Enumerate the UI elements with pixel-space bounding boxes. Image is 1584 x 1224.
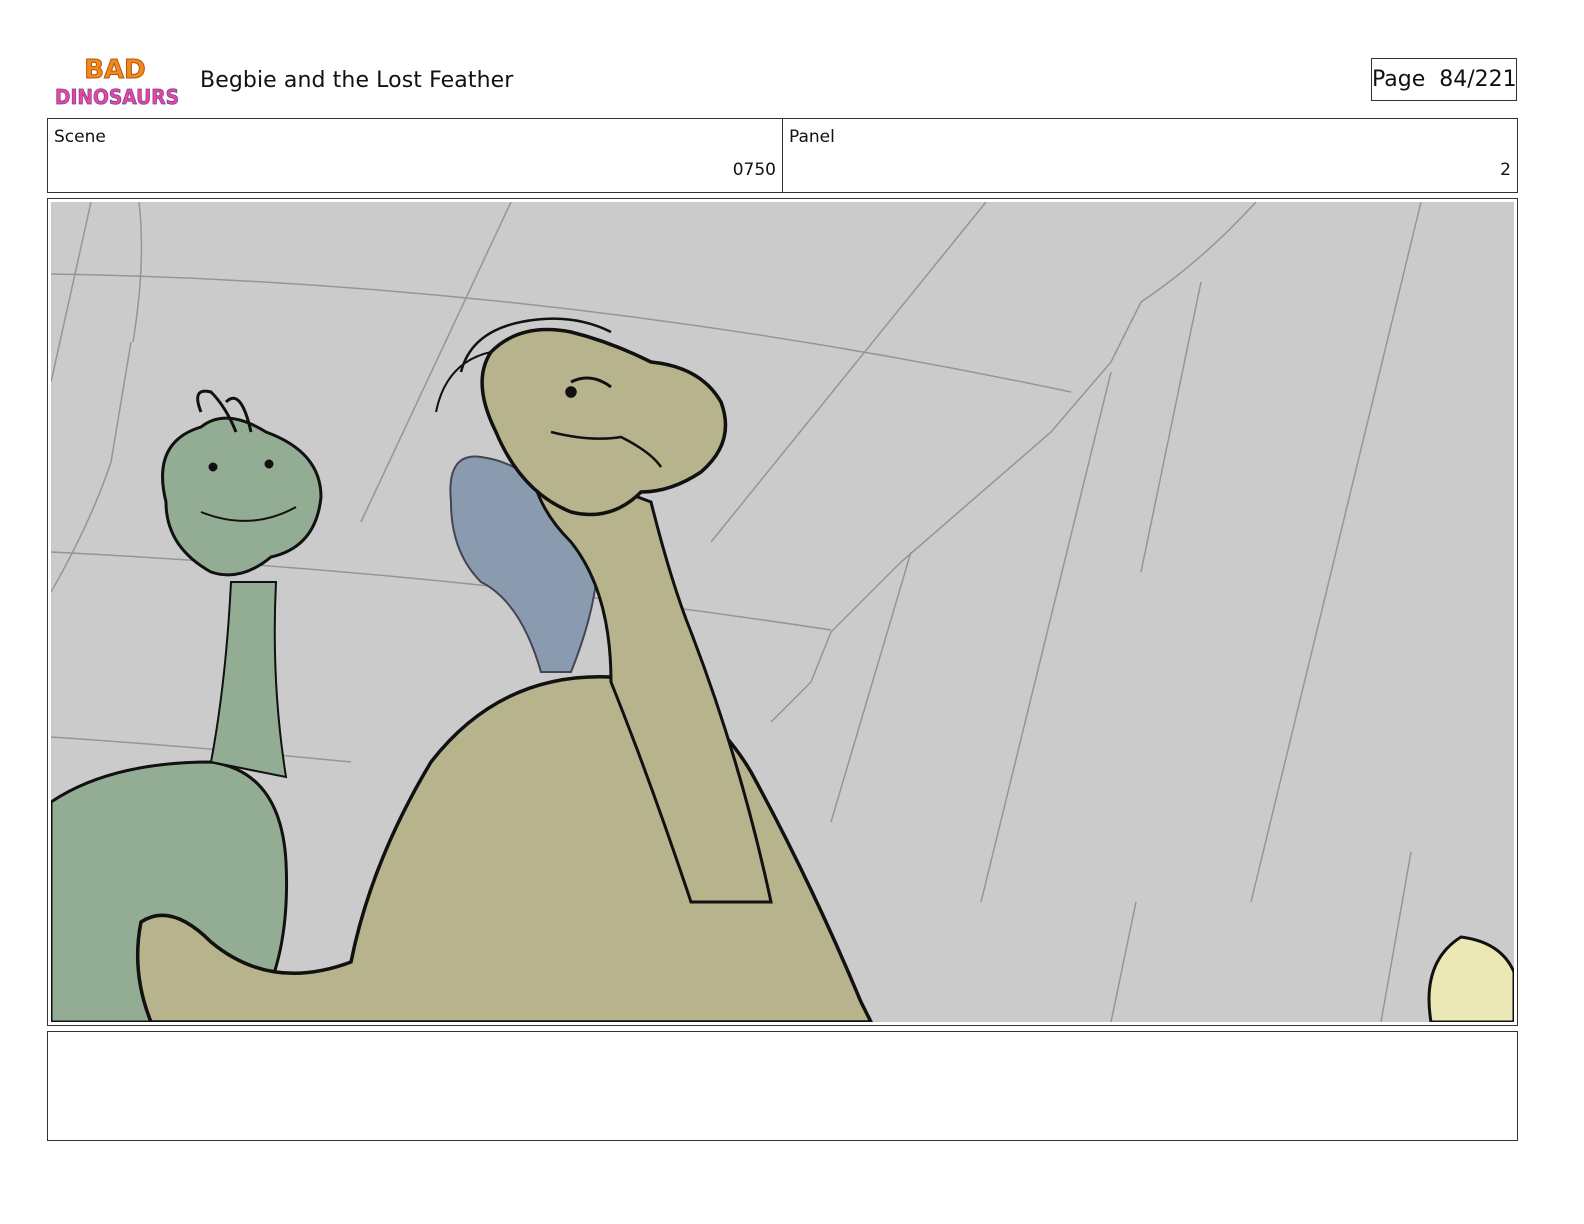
scene-value: 0750 — [732, 160, 776, 180]
panel-label: Panel — [789, 127, 835, 147]
bad-dinosaurs-logo: BAD DINOSAURS — [53, 54, 183, 112]
panel-cell: Panel 2 — [782, 119, 1517, 192]
document-title: Begbie and the Lost Feather — [200, 68, 514, 93]
scene-panel-info: Scene 0750 Panel 2 — [47, 118, 1518, 193]
page-number: 84/221 — [1439, 67, 1517, 92]
page-label: Page — [1372, 67, 1426, 92]
page-indicator: Page 84/221 — [1371, 58, 1517, 101]
svg-text:DINOSAURS: DINOSAURS — [55, 85, 179, 109]
scene-label: Scene — [54, 127, 106, 147]
panel-notes-box — [47, 1031, 1518, 1141]
partial-character — [1427, 935, 1514, 1022]
panel-value: 2 — [1500, 160, 1511, 180]
storyboard-panel-image — [51, 202, 1514, 1022]
scene-cell: Scene 0750 — [48, 119, 782, 192]
svg-text:BAD: BAD — [84, 55, 146, 85]
